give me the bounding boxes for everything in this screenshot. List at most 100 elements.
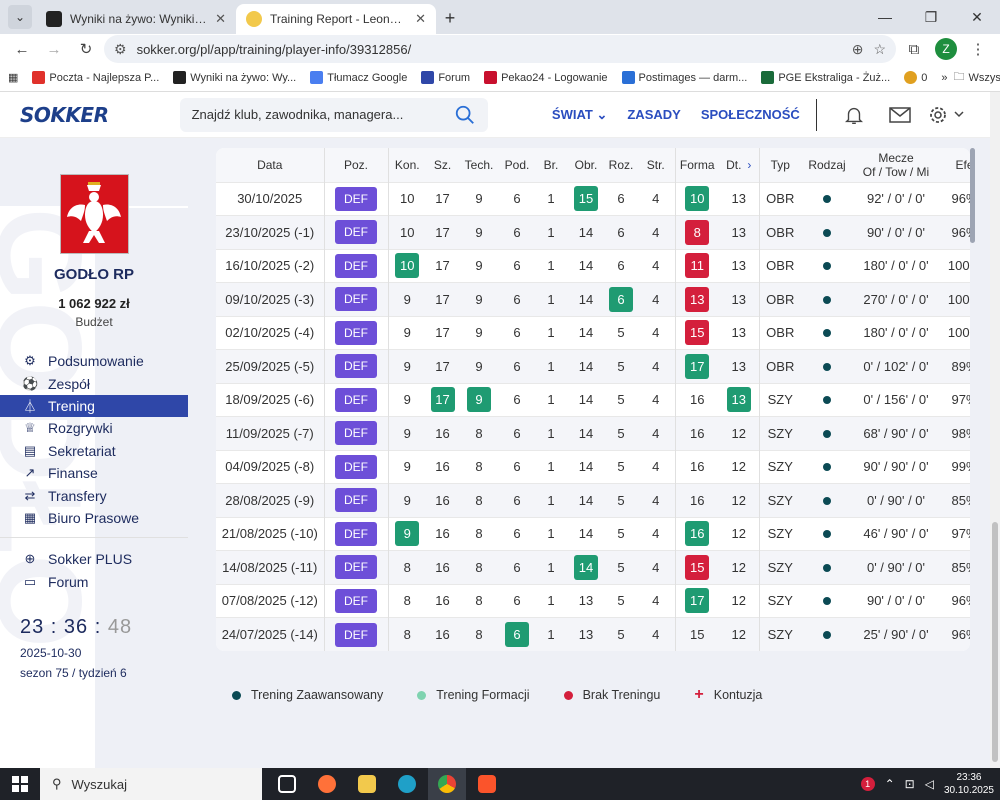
- profile-avatar[interactable]: Z: [932, 35, 960, 63]
- search-input[interactable]: [191, 107, 454, 122]
- close-icon[interactable]: ✕: [415, 11, 426, 27]
- bookmark-star-icon[interactable]: ☆: [873, 41, 886, 58]
- settings-gear-icon[interactable]: [924, 104, 970, 126]
- browser-menu-icon[interactable]: ⋮: [964, 35, 992, 63]
- column-header[interactable]: Obr.: [567, 148, 605, 182]
- sidebar-item-finance[interactable]: ↗ Finanse: [0, 462, 188, 484]
- column-header[interactable]: Rodzaj: [801, 148, 853, 182]
- column-header[interactable]: Roz.: [605, 148, 637, 182]
- bookmark-item[interactable]: PGE Ekstraliga - Żuż...: [761, 71, 890, 84]
- column-header[interactable]: Poz.: [323, 148, 388, 182]
- column-header[interactable]: Br.: [535, 148, 567, 182]
- zoom-icon[interactable]: ⊕: [852, 41, 864, 58]
- back-icon[interactable]: ←: [8, 35, 36, 63]
- restore-icon[interactable]: ❐: [908, 0, 954, 34]
- table-scrollbar[interactable]: [970, 148, 975, 243]
- chrome-icon[interactable]: [428, 768, 466, 800]
- cell-skill: 16: [426, 483, 459, 517]
- bell-icon[interactable]: [831, 104, 877, 126]
- sidebar-item-competitions[interactable]: ♕ Rozgrywki: [0, 417, 188, 439]
- bookmarks-more-icon[interactable]: »: [941, 72, 947, 84]
- new-tab-icon[interactable]: +: [436, 4, 464, 32]
- forward-icon[interactable]: →: [40, 35, 68, 63]
- chevron-right-icon[interactable]: ›: [747, 158, 751, 172]
- taskbar-clock[interactable]: 23:36 30.10.2025: [944, 771, 994, 797]
- nav-world[interactable]: ŚWIAT ⌄: [552, 107, 607, 123]
- window-close-icon[interactable]: ✕: [954, 0, 1000, 34]
- bookmark-item[interactable]: Tłumacz Google: [310, 71, 407, 84]
- page-scrollbar[interactable]: [990, 92, 1000, 768]
- cell-type: OBR: [758, 215, 801, 249]
- cell-skill: 4: [637, 483, 675, 517]
- column-header[interactable]: Kon.: [387, 148, 426, 182]
- site-info-icon[interactable]: ⚙: [114, 41, 127, 58]
- cell-type: SZY: [758, 449, 801, 484]
- reload-icon[interactable]: ↻: [72, 35, 100, 63]
- close-icon[interactable]: ✕: [215, 11, 226, 27]
- column-header[interactable]: Typ: [758, 148, 801, 182]
- sidebar-item-press-office[interactable]: ▦ Biuro Prasowe: [0, 507, 188, 529]
- site-search[interactable]: [179, 97, 488, 132]
- bookmark-item[interactable]: Postimages — darm...: [621, 71, 747, 84]
- browser-tab-2[interactable]: Training Report - Leonard Terek ✕: [236, 4, 436, 34]
- sidebar-item-training[interactable]: ⏃ Trening: [0, 394, 188, 418]
- column-header[interactable]: Pod.: [499, 148, 535, 182]
- bookmark-item[interactable]: 0: [904, 71, 927, 84]
- cell-efficiency: 99%: [939, 449, 970, 484]
- sidebar-item-team[interactable]: ⚽ Zespół: [0, 372, 188, 394]
- sokker-logo[interactable]: SOKKER: [20, 103, 180, 127]
- page-scrollbar-thumb[interactable]: [992, 522, 998, 762]
- nav-rules[interactable]: ZASADY: [627, 107, 680, 123]
- volume-icon[interactable]: ◁: [925, 777, 934, 791]
- browser-tab-1[interactable]: Wyniki na żywo: Wyniki piłki no ✕: [36, 4, 236, 34]
- site-header: SOKKER ŚWIAT ⌄ ZASADY SPOŁECZNOŚĆ: [0, 92, 990, 138]
- taskbar-search[interactable]: ⚲ Wyszukaj: [40, 768, 262, 800]
- column-header[interactable]: Sz.: [426, 148, 459, 182]
- table-row: 30/10/2025 DEF 10 17 9 6 1 15 6 4 10 13 OBR 92' / 0' …: [216, 181, 970, 216]
- column-header[interactable]: Efe: [939, 148, 970, 182]
- cell-position: DEF: [323, 215, 388, 249]
- url-field[interactable]: ⚙ sokker.org/pl/app/training/player-info…: [104, 35, 896, 63]
- bookmark-item[interactable]: Forum: [421, 71, 470, 84]
- club-name[interactable]: GODŁO RP: [0, 266, 188, 283]
- cell-skill: 1: [535, 617, 567, 651]
- sidebar-item-sokker-plus[interactable]: ⊕ Sokker PLUS: [0, 548, 188, 570]
- notification-badge[interactable]: 1: [860, 777, 875, 791]
- skill-up-badge: 6: [609, 286, 633, 312]
- bookmark-item[interactable]: Wyniki na żywo: Wy...: [173, 71, 296, 84]
- cell-skill: 4: [637, 416, 675, 450]
- edge-icon[interactable]: [388, 768, 426, 800]
- cell-position: DEF: [323, 349, 388, 383]
- sidebar-item-transfers[interactable]: ⇄ Transfery: [0, 484, 188, 506]
- all-bookmarks-folder[interactable]: 🗀Wszystkie zakładki: [953, 68, 1000, 87]
- extensions-icon[interactable]: ⧉: [900, 35, 928, 63]
- minimize-icon[interactable]: —: [862, 0, 908, 34]
- task-view-icon[interactable]: [268, 768, 306, 800]
- brave-icon[interactable]: [468, 768, 506, 800]
- column-header[interactable]: Mecze Of / Tow / Mi: [853, 148, 939, 182]
- sidebar-item-secretariat[interactable]: ▤ Sekretariat: [0, 440, 188, 462]
- file-explorer-icon[interactable]: [348, 768, 386, 800]
- network-icon[interactable]: ⊡: [905, 777, 915, 791]
- column-header[interactable]: Tech.: [459, 148, 499, 182]
- mail-icon[interactable]: [877, 105, 923, 125]
- column-header[interactable]: Forma: [674, 148, 719, 182]
- windows-start-icon[interactable]: [0, 768, 40, 800]
- bookmark-item[interactable]: Poczta - Najlepsza P...: [32, 71, 159, 84]
- apps-icon[interactable]: ▦: [8, 71, 18, 84]
- plus-circle-icon: ⊕: [24, 551, 36, 567]
- bookmark-item[interactable]: Pekao24 - Logowanie: [484, 71, 608, 84]
- position-badge: DEF: [335, 354, 377, 379]
- search-icon[interactable]: [454, 104, 476, 126]
- tab-search-icon[interactable]: ⌄: [8, 5, 32, 29]
- nav-community[interactable]: SPOŁECZNOŚĆ: [701, 107, 800, 123]
- column-header[interactable]: Data: [216, 148, 324, 182]
- sidebar-item-summary[interactable]: ⚙ Podsumowanie: [0, 350, 188, 372]
- firefox-icon[interactable]: [308, 768, 346, 800]
- tray-chevron-icon[interactable]: ⌃: [885, 777, 895, 791]
- club-crest[interactable]: [60, 174, 129, 254]
- sidebar-item-forum[interactable]: ▭ Forum: [0, 571, 188, 593]
- column-header[interactable]: Dt. ›: [719, 148, 759, 182]
- column-header[interactable]: Str.: [637, 148, 675, 182]
- advanced-training-dot-icon: [823, 262, 831, 271]
